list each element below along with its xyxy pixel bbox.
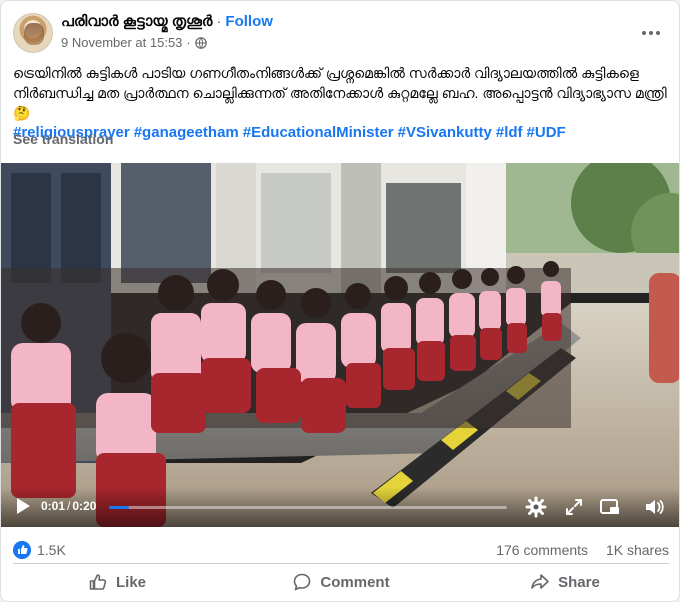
globe-icon <box>194 36 207 49</box>
follow-button[interactable]: Follow <box>225 13 273 30</box>
comment-bubble-icon <box>294 573 311 591</box>
post-timestamp[interactable]: 9 November at 15:53 <box>61 35 182 50</box>
hashtag-link[interactable]: #UDF <box>527 124 566 141</box>
engagement-stats: 1.5K 176 comments 1K shares <box>13 540 669 562</box>
see-translation-link[interactable]: See translation <box>13 131 113 147</box>
video-frame <box>1 163 679 527</box>
video-progress-fill <box>109 506 129 509</box>
action-bar: Like Comment Share <box>5 567 677 597</box>
thumbs-up-icon <box>89 574 107 590</box>
video-player[interactable]: 0:01/0:20 <box>1 163 679 527</box>
hashtag-link[interactable]: #ganageetham <box>134 124 239 141</box>
separator-dot: · <box>216 13 222 30</box>
comment-share-counts: 176 comments 1K shares <box>496 542 669 558</box>
more-options-button[interactable] <box>637 19 665 47</box>
post-header: പരിവാർ കൂട്ടായ്മ തൃശൂർ · Follow 9 November… <box>13 11 669 55</box>
like-reaction-icon[interactable] <box>13 541 31 559</box>
post-message: ട്രെയിനിൽ കുട്ടികൾ പാടിയ ഗണഗീതംനിങ്ങൾക്ക… <box>13 65 667 121</box>
comment-count[interactable]: 176 comments <box>496 542 588 558</box>
like-button[interactable]: Like <box>5 567 229 597</box>
share-button[interactable]: Share <box>453 567 677 597</box>
current-time: 0:01 <box>41 499 66 513</box>
page-title-line: പരിവാർ കൂട്ടായ്മ തൃശൂർ · Follow <box>61 13 273 30</box>
comment-label: Comment <box>320 573 390 591</box>
page-avatar[interactable] <box>13 13 53 53</box>
hashtag-link[interactable]: #ldf <box>496 124 523 141</box>
duration: 0:20 <box>72 499 97 513</box>
video-progress-bar[interactable] <box>109 506 507 509</box>
post-card: പരിവാർ കൂട്ടായ്മ തൃശൂർ · Follow 9 November… <box>0 0 680 602</box>
play-icon[interactable] <box>15 497 31 515</box>
comment-button[interactable]: Comment <box>229 567 453 597</box>
video-time: 0:01/0:20 <box>41 499 97 513</box>
volume-icon[interactable] <box>643 496 665 518</box>
stats-divider <box>13 563 669 564</box>
video-controls: 0:01/0:20 <box>1 487 679 527</box>
share-label: Share <box>558 573 600 591</box>
share-count[interactable]: 1K shares <box>606 542 669 558</box>
hashtag-link[interactable]: #VSivankutty <box>398 124 492 141</box>
post-meta: 9 November at 15:53 · <box>61 35 207 50</box>
like-label: Like <box>115 573 146 591</box>
settings-gear-icon[interactable] <box>525 496 547 518</box>
hashtag-link[interactable]: #EducationalMinister <box>243 124 394 141</box>
reaction-count[interactable]: 1.5K <box>37 542 66 558</box>
fullscreen-icon[interactable] <box>563 496 585 518</box>
page-name[interactable]: പരിവാർ കൂട്ടായ്മ തൃശൂർ <box>61 13 212 30</box>
share-arrow-icon <box>531 574 549 589</box>
picture-in-picture-icon[interactable] <box>599 496 621 518</box>
